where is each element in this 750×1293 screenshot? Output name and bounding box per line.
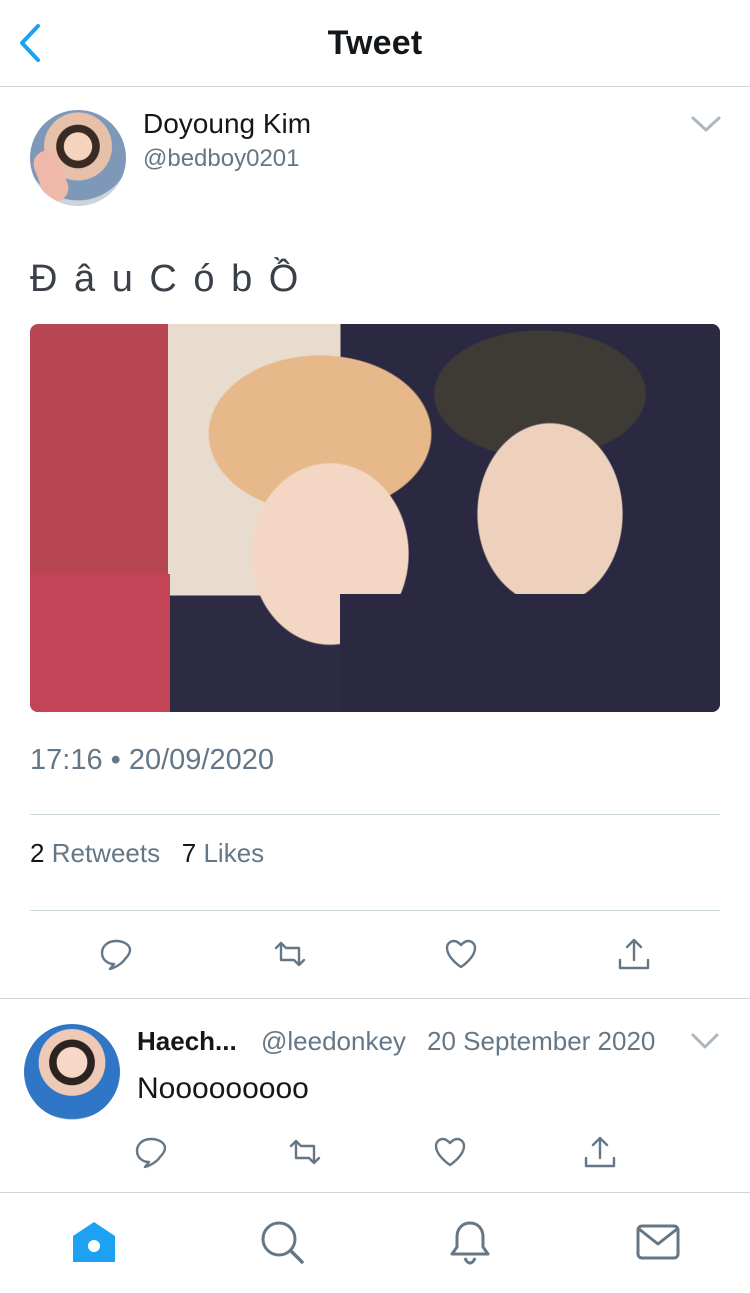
retweet-icon[interactable] [287, 1134, 323, 1170]
search-icon[interactable] [258, 1218, 306, 1266]
chevron-down-icon[interactable] [690, 1030, 720, 1052]
chevron-down-icon[interactable] [690, 112, 722, 136]
likes-count: 7 [181, 838, 197, 868]
retweets-stat[interactable]: 2 Retweets [30, 838, 160, 868]
like-icon[interactable] [443, 936, 479, 972]
author-handle[interactable]: @bedboy0201 [143, 145, 300, 173]
engagement-stats: 2 Retweets 7 Likes [30, 838, 264, 869]
likes-label: Likes [203, 838, 265, 868]
retweet-icon[interactable] [272, 936, 308, 972]
reply-icon[interactable] [98, 936, 134, 972]
notifications-icon[interactable] [446, 1218, 494, 1266]
author-name[interactable]: Doyoung Kim [143, 108, 311, 140]
home-icon[interactable] [70, 1218, 118, 1266]
divider [30, 814, 720, 815]
reply-icon[interactable] [133, 1134, 169, 1170]
retweets-label: Retweets [51, 838, 161, 868]
reply-author-avatar[interactable] [24, 1024, 120, 1120]
top-nav-bar: Tweet [0, 0, 750, 87]
reply-date: 20 September 2020 [427, 1026, 656, 1056]
divider [30, 910, 720, 911]
like-icon[interactable] [432, 1134, 468, 1170]
tweet-photo[interactable] [30, 324, 720, 712]
reply-text: Nooooooooo [137, 1072, 309, 1105]
likes-stat[interactable]: 7 Likes [182, 838, 264, 868]
divider [0, 998, 750, 999]
tweet-timestamp: 17:16 • 20/09/2020 [30, 744, 274, 776]
share-icon[interactable] [616, 936, 652, 972]
page-title: Tweet [327, 24, 423, 62]
reply-author-name[interactable]: Haech... [137, 1026, 237, 1057]
tweet-text: Đ â u C ó b Ồ [30, 258, 300, 300]
share-icon[interactable] [582, 1134, 618, 1170]
retweets-count: 2 [30, 838, 45, 868]
messages-icon[interactable] [634, 1218, 682, 1266]
reply-author-handle[interactable]: @leedonkey [261, 1026, 406, 1057]
author-avatar[interactable] [30, 110, 126, 206]
